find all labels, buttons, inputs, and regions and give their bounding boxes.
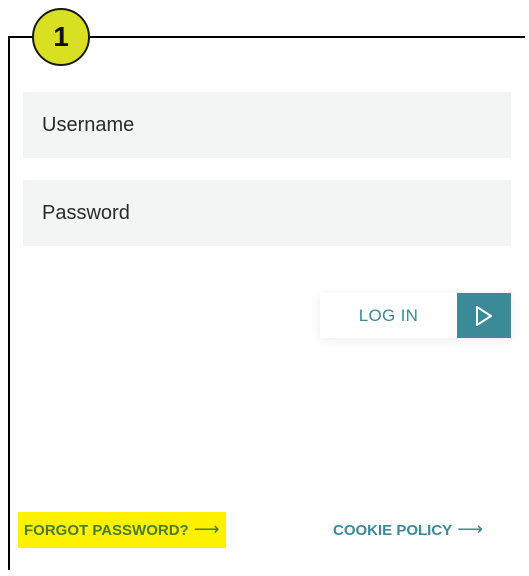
cookie-policy-link[interactable]: COOKIE POLICY ⟶: [333, 512, 483, 548]
cookie-policy-label: COOKIE POLICY: [333, 521, 453, 539]
forgot-password-label: FORGOT PASSWORD?: [24, 521, 189, 539]
login-button[interactable]: LOG IN: [320, 293, 511, 338]
password-placeholder: Password: [42, 201, 130, 224]
password-field[interactable]: Password: [23, 180, 511, 246]
step-number-badge: 1: [32, 8, 90, 66]
right-arrow-icon: ⟶: [457, 519, 483, 540]
username-field[interactable]: Username: [23, 92, 511, 158]
username-placeholder: Username: [42, 113, 135, 136]
forgot-password-link[interactable]: FORGOT PASSWORD? ⟶: [18, 512, 226, 548]
login-arrow-button[interactable]: [457, 293, 511, 338]
right-arrow-icon: ⟶: [193, 519, 220, 540]
step-number: 1: [53, 21, 69, 52]
play-arrow-icon: [476, 305, 492, 326]
login-button-label: LOG IN: [320, 293, 457, 338]
